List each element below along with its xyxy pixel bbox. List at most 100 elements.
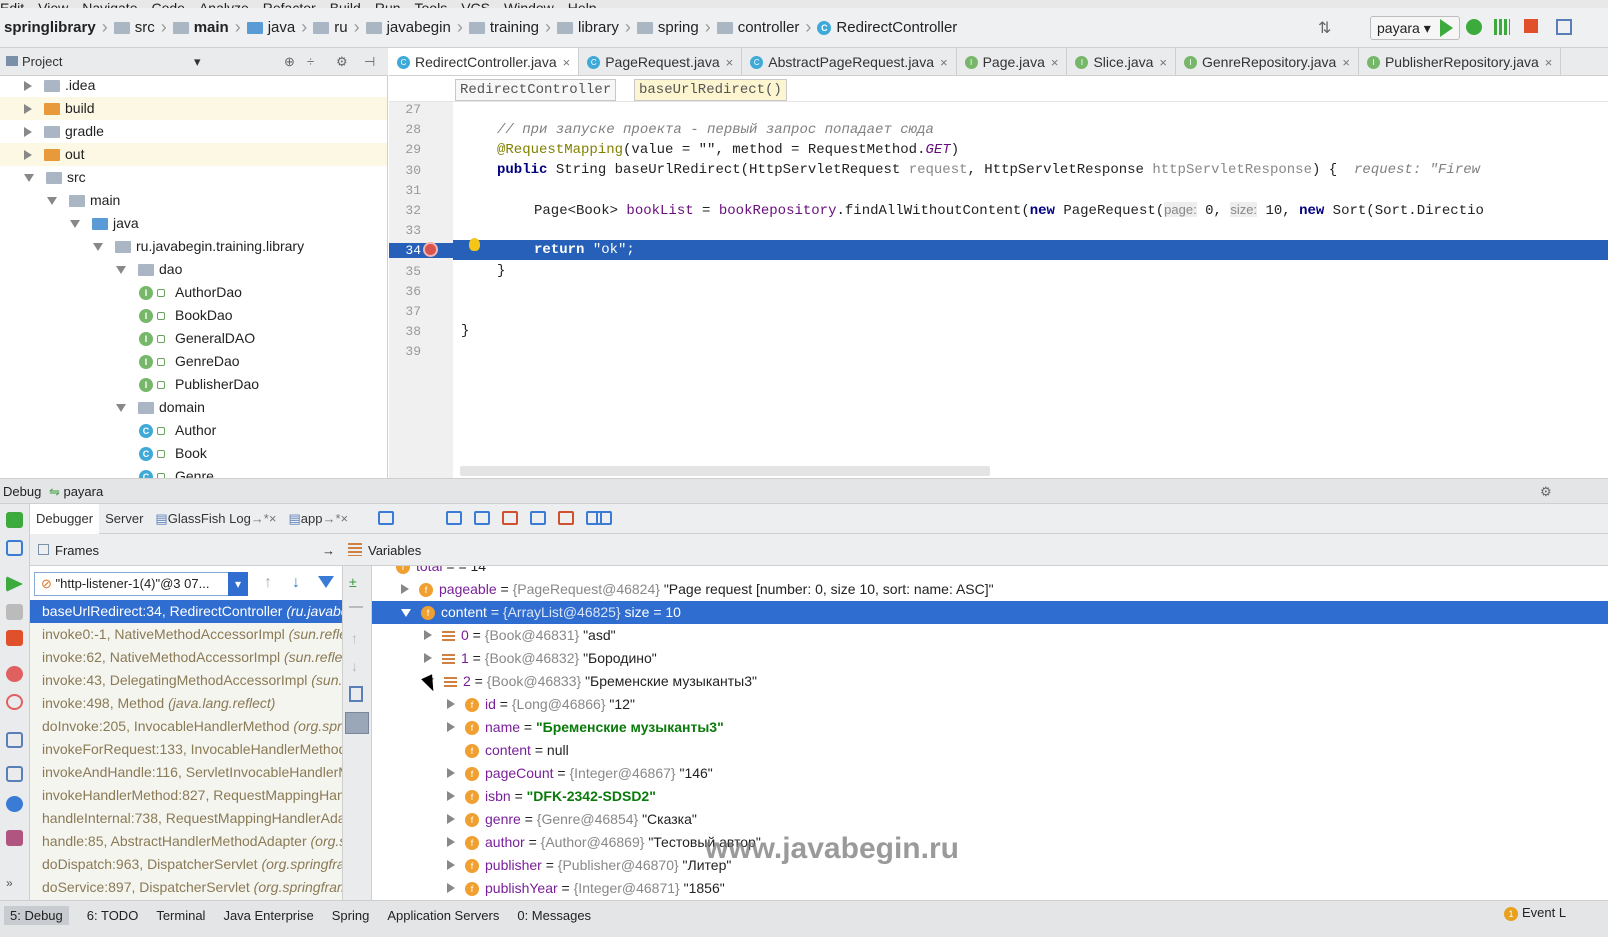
lightbulb-icon[interactable] xyxy=(469,238,480,251)
close-icon[interactable]: × xyxy=(1051,55,1059,70)
force-step-into-icon[interactable] xyxy=(502,511,518,525)
breadcrumb-item[interactable]: library xyxy=(557,19,619,36)
stack-frame[interactable]: invoke:43, DelegatingMethodAccessorImpl … xyxy=(30,669,342,692)
tree-item[interactable]: I AuthorDao xyxy=(0,281,387,304)
tool-window-button[interactable]: 5: Debug xyxy=(4,906,69,925)
tree-item[interactable]: I PublisherDao xyxy=(0,373,387,396)
show-execution-point-icon[interactable] xyxy=(378,511,394,525)
tree-item[interactable]: I BookDao xyxy=(0,304,387,327)
variable-row[interactable]: 0 = {Book@46831} "asd" xyxy=(372,624,1608,647)
evaluate-expression-icon[interactable] xyxy=(596,511,612,525)
collapse-icon[interactable]: ÷ xyxy=(307,54,314,69)
stack-frame[interactable]: doDispatch:963, DispatcherServlet (org.s… xyxy=(30,853,342,876)
tool-window-button[interactable]: Terminal xyxy=(156,908,205,923)
step-out-icon[interactable] xyxy=(530,511,546,525)
stack-frame[interactable]: handle:85, AbstractHandlerMethodAdapter … xyxy=(30,830,342,853)
variable-row[interactable]: f publishYear = {Integer@46871} "1856" xyxy=(372,877,1608,900)
hide-panel-icon[interactable]: ⊣ xyxy=(364,54,375,70)
stack-frame[interactable]: invokeForRequest:133, InvocableHandlerMe… xyxy=(30,738,342,761)
collapsed-arrow-icon[interactable] xyxy=(447,837,455,847)
close-icon[interactable]: × xyxy=(1159,55,1167,70)
close-icon[interactable]: × xyxy=(563,55,571,70)
close-icon[interactable]: × xyxy=(341,511,349,526)
editor-tab[interactable]: I Slice.java × xyxy=(1067,48,1176,75)
evaluate-icon[interactable]: ± xyxy=(349,574,365,590)
debug-tab[interactable]: ▤ GlassFish Log →* × xyxy=(149,504,282,534)
tree-item[interactable]: I GeneralDAO xyxy=(0,327,387,350)
pause-icon[interactable] xyxy=(6,604,23,620)
variable-row[interactable]: 1 = {Book@46832} "Бородино" xyxy=(372,647,1608,670)
debug-tab[interactable]: ▤ app →* × xyxy=(282,504,354,534)
editor-tab[interactable]: I Page.java × xyxy=(957,48,1068,75)
view-breakpoints-icon[interactable] xyxy=(6,666,23,682)
code-line-32[interactable]: Page<Book> bookList = bookRepository.fin… xyxy=(453,200,1608,220)
breakpoint-icon[interactable] xyxy=(423,242,438,257)
editor-crumb-method[interactable]: baseUrlRedirect() xyxy=(634,79,787,101)
variable-row[interactable]: f content = null xyxy=(372,739,1608,762)
event-log-button[interactable]: 1 Event L xyxy=(1504,905,1566,921)
up-icon[interactable]: ↑ xyxy=(351,630,358,646)
collapsed-arrow-icon[interactable] xyxy=(447,722,455,732)
breadcrumb-item[interactable]: spring xyxy=(636,19,699,36)
down-icon[interactable]: ↓ xyxy=(351,658,358,674)
variable-row[interactable]: 2 = {Book@46833} "Бременские музыканты3" xyxy=(372,670,1608,693)
refresh-icon[interactable] xyxy=(6,540,23,556)
breadcrumb-item[interactable]: java xyxy=(246,19,295,36)
tree-item[interactable]: I GenreDao xyxy=(0,350,387,373)
rerun-icon[interactable] xyxy=(6,512,23,528)
stack-frame[interactable]: doService:897, DispatcherServlet (org.sp… xyxy=(30,876,342,899)
project-panel-title[interactable]: Project xyxy=(22,54,62,69)
stack-frame[interactable]: invokeHandlerMethod:827, RequestMappingH… xyxy=(30,784,342,807)
collapsed-arrow-icon[interactable] xyxy=(24,149,32,160)
tool-window-button[interactable]: Spring xyxy=(332,908,370,923)
collapsed-arrow-icon[interactable] xyxy=(424,653,432,663)
build-icon[interactable]: ⇅ xyxy=(1318,18,1331,38)
debug-tab[interactable]: Debugger xyxy=(30,503,100,534)
hide-icon[interactable]: → xyxy=(322,543,335,558)
breadcrumb-item[interactable]: training xyxy=(468,19,539,36)
expanded-arrow-icon[interactable] xyxy=(116,403,126,412)
tree-item[interactable]: dao xyxy=(0,258,387,281)
chevron-down-icon[interactable]: ▾ xyxy=(194,54,201,70)
tree-item[interactable]: C Genre xyxy=(0,465,387,478)
tool-window-button[interactable]: 0: Messages xyxy=(517,908,591,923)
drop-frame-icon[interactable] xyxy=(558,511,574,525)
mute-breakpoints-icon[interactable] xyxy=(6,694,23,710)
expanded-arrow-icon[interactable] xyxy=(24,173,34,182)
step-over-icon[interactable] xyxy=(446,511,462,525)
close-icon[interactable]: × xyxy=(726,55,734,70)
camera-icon[interactable] xyxy=(6,732,23,748)
variable-row[interactable]: f genre = {Genre@46854} "Сказка" xyxy=(372,808,1608,831)
code-line-30[interactable]: public String baseUrlRedirect(HttpServle… xyxy=(453,160,1608,180)
close-icon[interactable]: × xyxy=(1342,55,1350,70)
tree-item[interactable]: java xyxy=(0,212,387,235)
tree-item[interactable]: src xyxy=(0,166,387,189)
collapsed-arrow-icon[interactable] xyxy=(447,699,455,709)
debug-icon[interactable] xyxy=(1466,19,1482,35)
thread-select[interactable]: ⊘ "http-listener-1(4)"@3 07... xyxy=(34,572,248,596)
close-icon[interactable]: × xyxy=(940,55,948,70)
collapsed-arrow-icon[interactable] xyxy=(447,883,455,893)
tool-window-button[interactable]: Application Servers xyxy=(387,908,499,923)
code-line-35[interactable]: } xyxy=(453,261,1608,281)
code-line-29[interactable]: @RequestMapping(value = "", method = Req… xyxy=(453,140,1608,160)
tool-window-button[interactable]: Java Enterprise xyxy=(223,908,313,923)
stop-icon[interactable] xyxy=(6,630,23,646)
pin-icon[interactable] xyxy=(6,830,23,846)
debug-tab[interactable]: Server xyxy=(99,504,149,534)
variable-row[interactable]: f id = {Long@46866} "12" xyxy=(372,693,1608,716)
collapsed-arrow-icon[interactable] xyxy=(424,630,432,640)
stack-frame[interactable]: invoke0:-1, NativeMethodAccessorImpl (su… xyxy=(30,623,342,646)
variable-row[interactable]: f content = {ArrayList@46825} size = 10 xyxy=(372,601,1608,624)
variable-row[interactable]: f pageable = {PageRequest@46824} "Page re… xyxy=(372,578,1608,601)
tree-item[interactable]: build xyxy=(0,97,387,120)
tree-item[interactable]: out xyxy=(0,143,387,166)
variable-row[interactable]: f total = = 14 xyxy=(372,566,1608,578)
tool-window-button[interactable]: 6: TODO xyxy=(87,908,139,923)
run-icon[interactable] xyxy=(1440,19,1453,37)
variable-row[interactable]: f publisher = {Publisher@46870} "Литер" xyxy=(372,854,1608,877)
stack-frame[interactable]: baseUrlRedirect:34, RedirectController (… xyxy=(30,600,342,623)
tree-item[interactable]: main xyxy=(0,189,387,212)
variable-row[interactable]: f pageCount = {Integer@46867} "146" xyxy=(372,762,1608,785)
close-icon[interactable]: × xyxy=(1545,55,1553,70)
